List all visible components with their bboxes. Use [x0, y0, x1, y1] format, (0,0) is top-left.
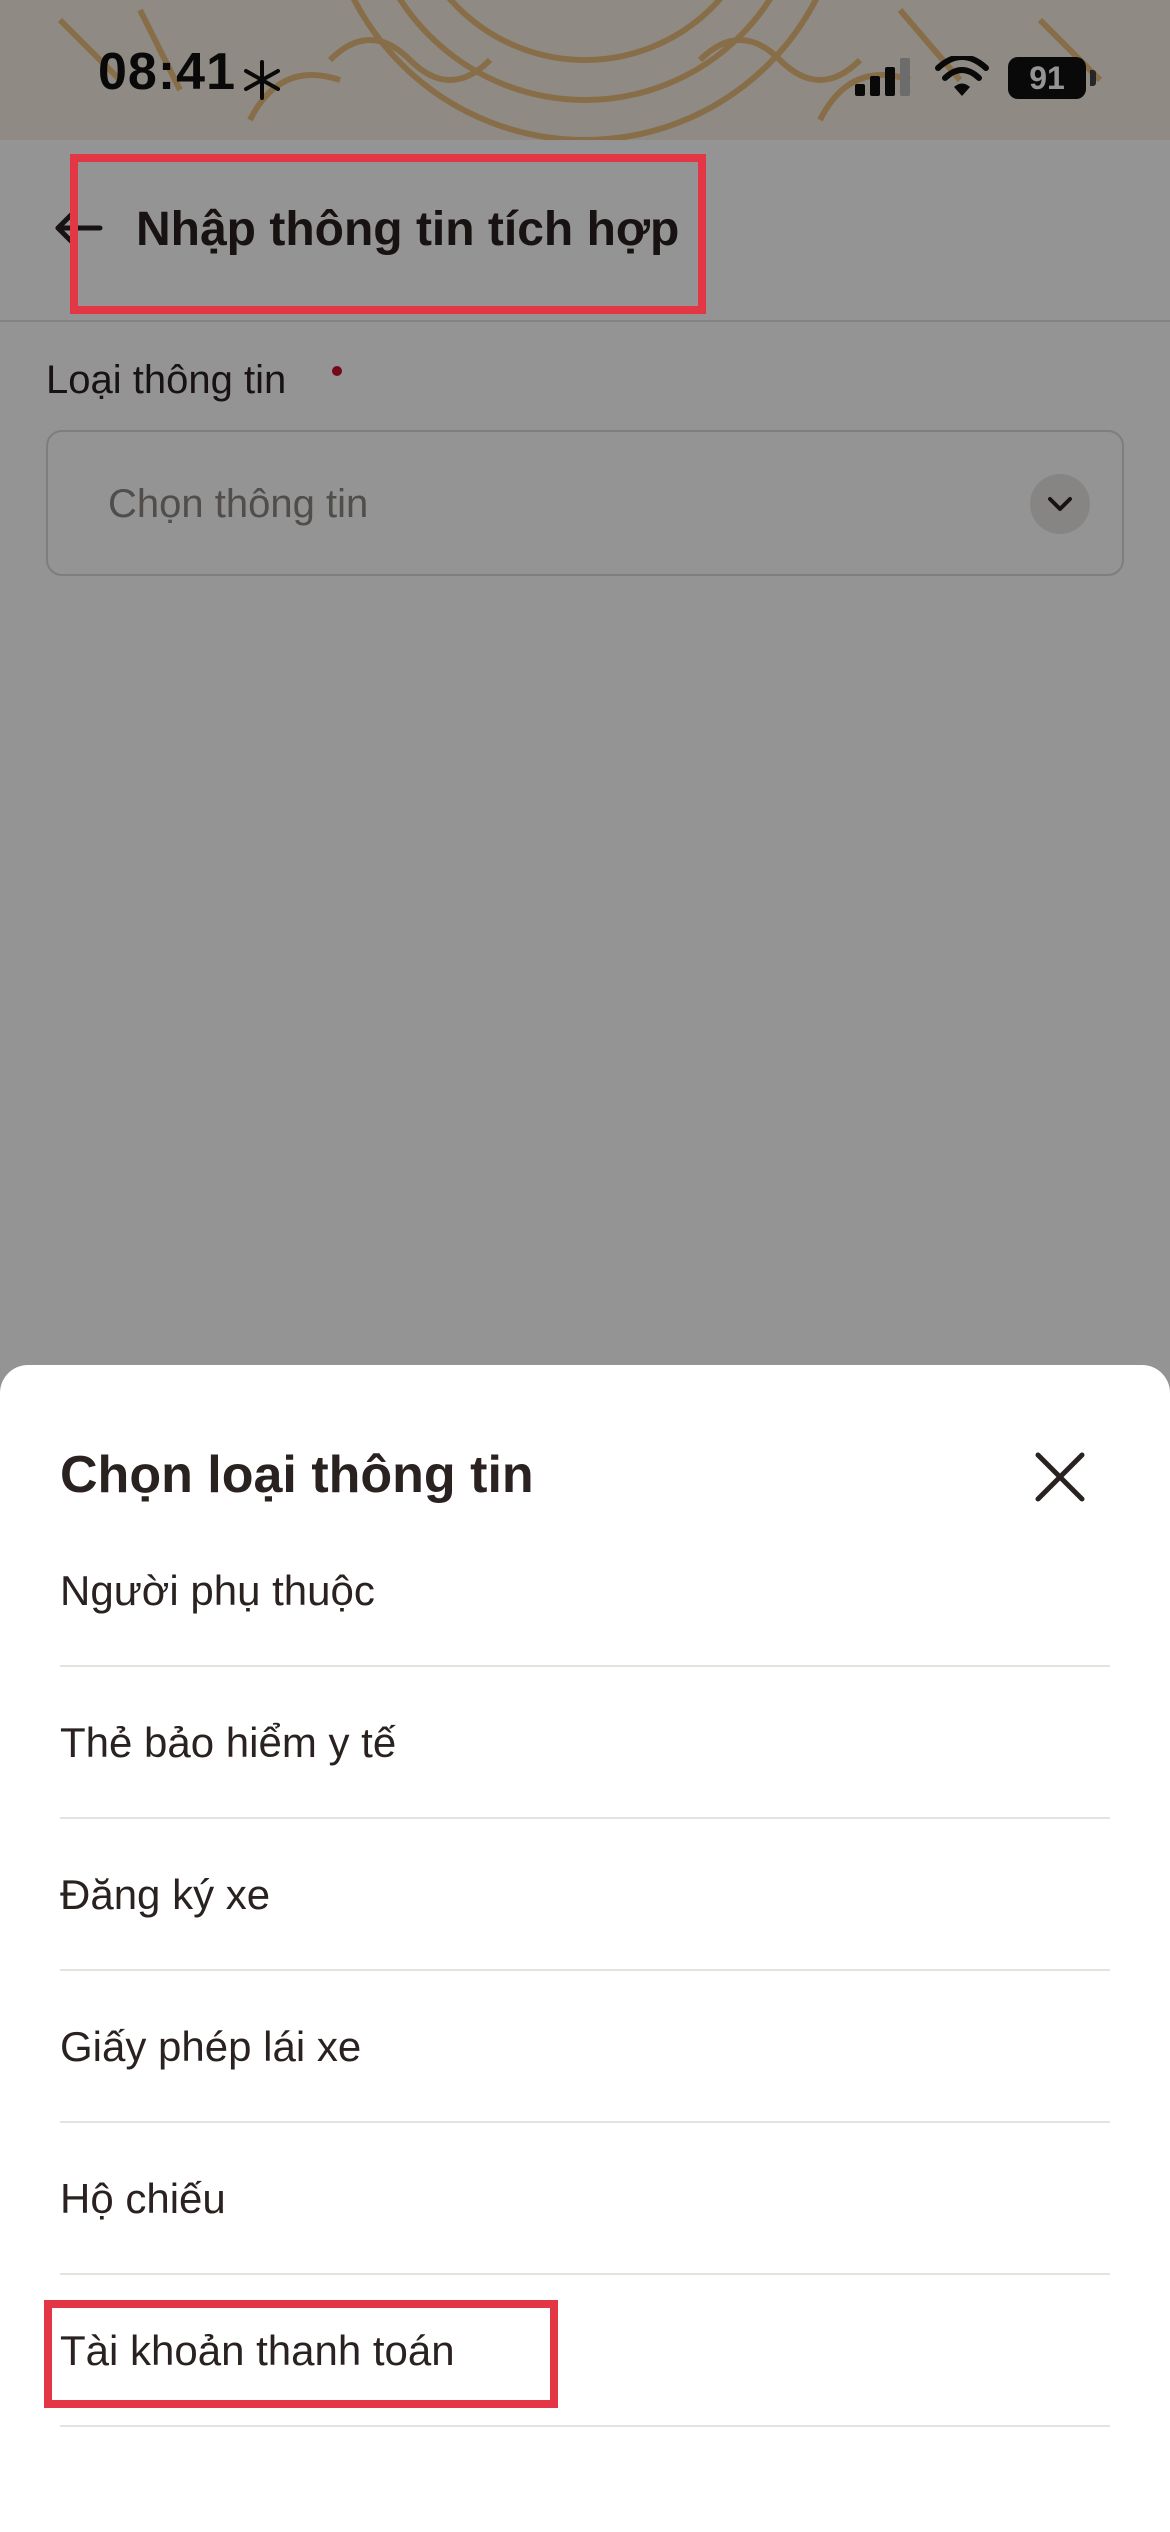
option-label: Đăng ký xe [60, 1871, 271, 1918]
option-vehicle-registration[interactable]: Đăng ký xe [60, 1819, 1110, 1971]
close-icon[interactable] [1030, 1447, 1090, 1507]
option-list: Người phụ thuộc Thẻ bảo hiểm y tế Đăng k… [60, 1515, 1110, 2427]
highlight-box-payment-account [44, 2300, 558, 2408]
option-label: Thẻ bảo hiểm y tế [60, 1719, 397, 1766]
highlight-box-title [70, 154, 706, 314]
option-driving-license[interactable]: Giấy phép lái xe [60, 1971, 1110, 2123]
sheet-title: Chọn loại thông tin [60, 1446, 534, 1504]
option-passport[interactable]: Hộ chiếu [60, 2123, 1110, 2275]
option-label: Người phụ thuộc [60, 1567, 375, 1614]
option-health-insurance[interactable]: Thẻ bảo hiểm y tế [60, 1667, 1110, 1819]
option-dependent[interactable]: Người phụ thuộc [60, 1515, 1110, 1667]
option-label: Giấy phép lái xe [60, 2023, 362, 2070]
option-label: Hộ chiếu [60, 2175, 226, 2222]
